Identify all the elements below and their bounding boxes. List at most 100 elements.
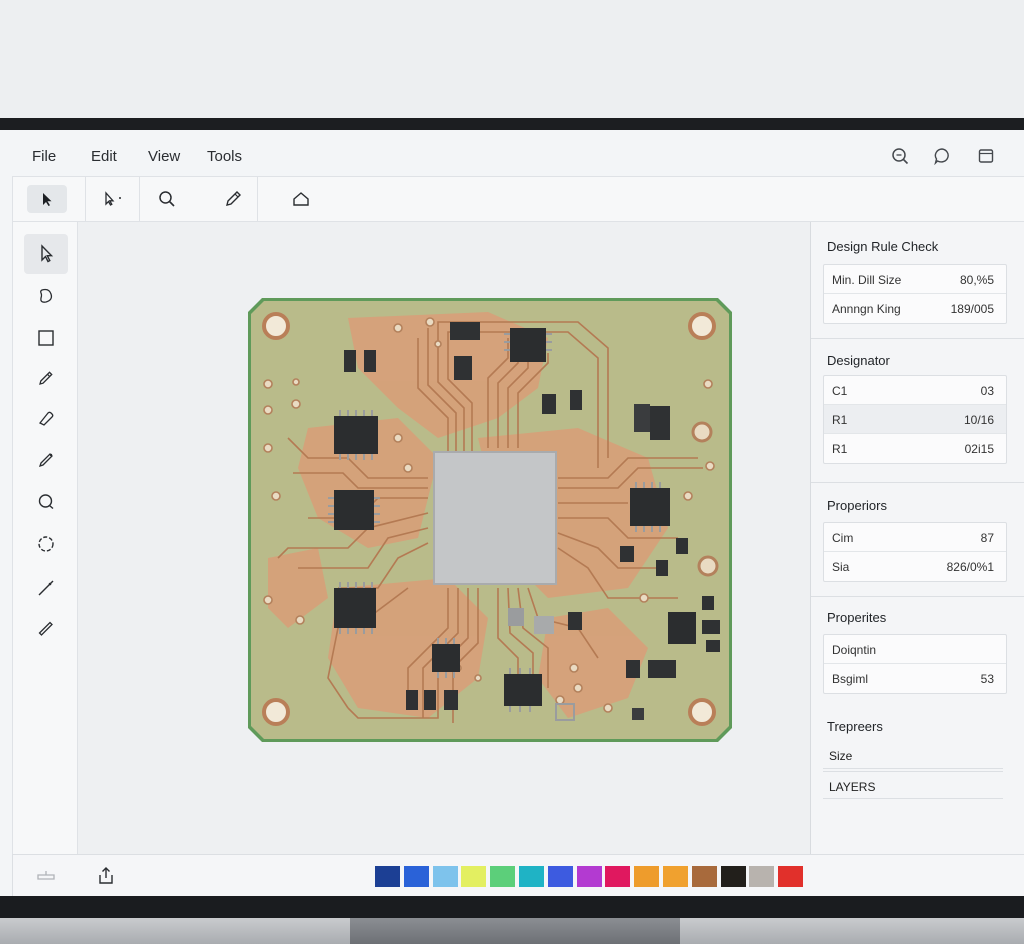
designator-key: R1 xyxy=(832,442,848,456)
layers-icon[interactable] xyxy=(35,869,57,883)
pen-tool[interactable] xyxy=(24,358,68,398)
designator-row-selected[interactable]: R1 10/16 xyxy=(824,405,1006,434)
ic-chip xyxy=(630,482,670,532)
status-bar xyxy=(12,854,1024,896)
properiors-value: 87 xyxy=(980,531,994,545)
section-divider xyxy=(811,338,1024,339)
design-canvas[interactable] xyxy=(78,222,810,854)
properties-panel: Design Rule Check Min. Dill Size 80,%5 An… xyxy=(810,222,1024,854)
properites-value: 53 xyxy=(980,672,994,686)
size-row[interactable]: Size xyxy=(823,741,1003,769)
toolbar-divider xyxy=(257,177,258,221)
color-swatch[interactable] xyxy=(547,866,573,887)
ic-chip xyxy=(432,638,460,678)
designator-key: C1 xyxy=(832,384,848,398)
window-icon[interactable] xyxy=(977,147,995,165)
shape-tool[interactable] xyxy=(24,276,68,316)
designator-row[interactable]: C1 03 xyxy=(824,376,1006,405)
circle-select-icon xyxy=(38,536,54,552)
cursor-tool[interactable] xyxy=(24,234,68,274)
monitor-stand-neck xyxy=(350,918,680,944)
ruler-icon xyxy=(38,621,53,636)
circle-select-tool[interactable] xyxy=(24,524,68,564)
menu-tools[interactable]: Tools xyxy=(207,148,242,165)
monitor-bezel-bottom xyxy=(0,896,1024,918)
pencil-button[interactable] xyxy=(213,185,253,213)
menu-edit[interactable]: Edit xyxy=(91,148,117,165)
brush-tool[interactable] xyxy=(24,440,68,480)
center-processor-chip[interactable] xyxy=(433,451,557,585)
properites-row[interactable]: Bsgiml 53 xyxy=(824,664,1006,693)
properites-title: Properites xyxy=(827,610,887,625)
share-icon[interactable] xyxy=(97,866,115,886)
pointer-dropdown-icon xyxy=(105,191,121,206)
zoom-search-icon[interactable] xyxy=(891,147,909,165)
properiors-key: Cim xyxy=(832,531,854,545)
pcb-board[interactable] xyxy=(248,298,732,742)
drc-title: Design Rule Check xyxy=(827,239,939,254)
ic-chip xyxy=(334,410,378,460)
properites-row[interactable]: Doiqntin xyxy=(824,635,1006,664)
layers-row[interactable]: LAYERS xyxy=(823,771,1003,799)
color-swatch[interactable] xyxy=(461,866,487,887)
color-swatch[interactable] xyxy=(375,866,400,887)
shape-icon xyxy=(40,288,53,303)
section-divider xyxy=(811,596,1024,597)
menu-bar: File Edit View Tools xyxy=(0,130,1024,176)
line-icon xyxy=(38,580,54,596)
ic-chip xyxy=(328,490,380,530)
color-swatch[interactable] xyxy=(663,866,688,887)
size-label: Size xyxy=(829,749,853,763)
properiors-row[interactable]: Cim 87 xyxy=(824,523,1006,552)
app-window: File Edit View Tools Design Rule Check M… xyxy=(0,130,1024,896)
drc-row[interactable]: Annngn King 189/005 xyxy=(824,294,1006,323)
color-swatch[interactable] xyxy=(691,866,717,887)
properiors-value: 826/0%1 xyxy=(946,560,994,574)
rectangle-tool[interactable] xyxy=(24,318,68,358)
magnifier-button[interactable] xyxy=(147,185,187,213)
drc-key: Min. Dill Size xyxy=(832,273,902,287)
wall-background xyxy=(0,0,1024,118)
color-swatch[interactable] xyxy=(403,866,429,887)
color-swatch[interactable] xyxy=(576,866,602,887)
menu-view[interactable]: View xyxy=(148,148,180,165)
eraser-tool[interactable] xyxy=(24,398,68,438)
color-swatch[interactable] xyxy=(605,866,631,887)
pencil-icon xyxy=(226,191,241,206)
home-button[interactable] xyxy=(281,185,321,213)
select-arrow-button[interactable] xyxy=(27,185,67,213)
color-swatch[interactable] xyxy=(634,866,660,887)
drc-value: 189/005 xyxy=(950,302,994,316)
drc-value: 80,%5 xyxy=(959,273,994,287)
ic-chip xyxy=(504,328,552,362)
designator-key: R1 xyxy=(832,413,848,427)
color-swatch[interactable] xyxy=(519,866,544,887)
magnifier-icon xyxy=(159,191,175,207)
ic-chip xyxy=(334,582,376,634)
designator-value: 10/16 xyxy=(963,413,994,427)
menu-file[interactable]: File xyxy=(32,148,56,165)
properites-key: Bsgiml xyxy=(832,672,869,686)
properites-key: Doiqntin xyxy=(832,643,877,657)
color-swatch[interactable] xyxy=(432,866,458,887)
ruler-tool[interactable] xyxy=(24,608,68,648)
rectangle-icon xyxy=(38,330,54,346)
comment-icon[interactable] xyxy=(933,147,951,165)
select-arrow-icon xyxy=(43,193,52,206)
line-tool[interactable] xyxy=(24,568,68,608)
properiors-row[interactable]: Sia 826/0%1 xyxy=(824,552,1006,581)
lasso-tool[interactable] xyxy=(24,482,68,522)
color-swatch[interactable] xyxy=(778,866,804,887)
color-swatch[interactable] xyxy=(490,866,516,887)
lasso-icon xyxy=(38,494,54,510)
pointer-dropdown-button[interactable] xyxy=(93,185,133,213)
properiors-table: Cim 87 Sia 826/0%1 xyxy=(823,522,1007,582)
ic-chip xyxy=(504,668,542,712)
trepreers-title: Trepreers xyxy=(827,719,883,734)
color-swatch[interactable] xyxy=(720,866,746,887)
drc-row[interactable]: Min. Dill Size 80,%5 xyxy=(824,265,1006,294)
properites-table: Doiqntin Bsgiml 53 xyxy=(823,634,1007,694)
designator-row[interactable]: R1 02i15 xyxy=(824,434,1006,463)
designator-table: C1 03 R1 10/16 R1 02i15 xyxy=(823,375,1007,464)
color-swatch[interactable] xyxy=(749,866,775,887)
